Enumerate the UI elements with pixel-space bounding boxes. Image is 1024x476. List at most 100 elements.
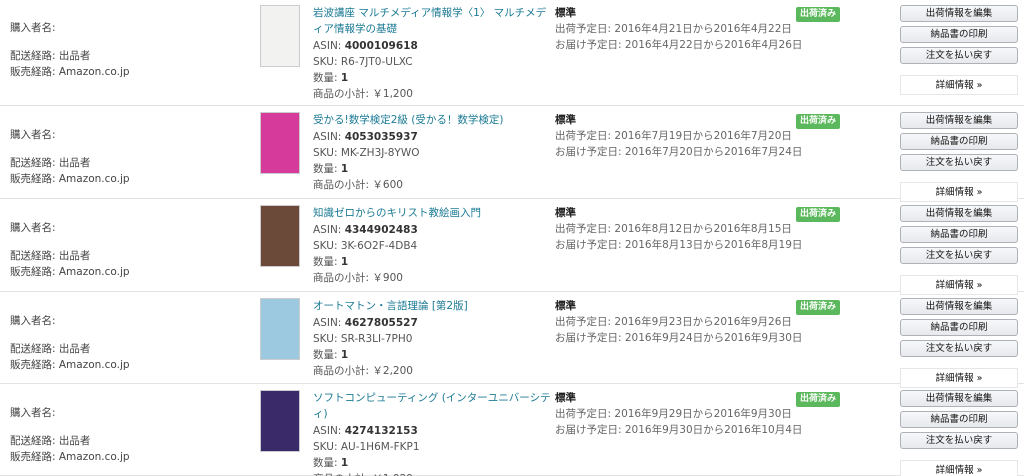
product-title-link[interactable]: オートマトン・言語理論 [第2版] — [313, 298, 553, 314]
details-toggle-button[interactable]: 詳細情報 » — [900, 460, 1018, 476]
print-invoice-button[interactable]: 納品書の印刷 — [900, 26, 1018, 43]
asin-value: 4000109618 — [344, 40, 418, 52]
shipping-service: 標準 — [555, 7, 576, 19]
edit-shipping-button[interactable]: 出荷情報を編集 — [900, 298, 1018, 315]
qty-line: 数量: 1 — [313, 349, 349, 361]
edit-shipping-button[interactable]: 出荷情報を編集 — [900, 205, 1018, 222]
ship-date-line: 出荷予定日: 2016年9月23日から2016年9月26日 — [555, 316, 792, 328]
sku-value: 3K-6O2F-4DB4 — [340, 240, 418, 252]
delivery-date-line: お届け予定日: 2016年7月20日から2016年7月24日 — [555, 146, 803, 158]
subtotal-line: 商品の小計: ￥2,200 — [313, 365, 413, 377]
product-info: 岩波講座 マルチメディア情報学〈1〉 マルチメディア情報学の基礎 ASIN: 4… — [313, 5, 553, 102]
buyer-name-label: 購入者名: — [10, 407, 56, 419]
order-row: 購入者名: 配送経路: 出品者 販売経路: Amazon.co.jp 岩波講座 … — [0, 0, 1024, 106]
buyer-name-label: 購入者名: — [10, 22, 56, 34]
delivery-date: 2016年7月20日から2016年7月24日 — [624, 146, 803, 158]
book-cover-image[interactable] — [260, 5, 300, 67]
book-cover-image[interactable] — [260, 390, 300, 452]
buyer-name-label: 購入者名: — [10, 129, 56, 141]
edit-shipping-button[interactable]: 出荷情報を編集 — [900, 5, 1018, 22]
sales-route: 販売経路: Amazon.co.jp — [10, 451, 130, 463]
refund-order-button[interactable]: 注文を払い戻す — [900, 47, 1018, 64]
status-badge: 出荷済み — [796, 392, 841, 407]
qty-value: 1 — [340, 72, 349, 84]
ship-date: 2016年7月19日から2016年7月20日 — [614, 130, 792, 142]
shipping-service: 標準 — [555, 207, 576, 219]
asin-value: 4053035937 — [344, 131, 418, 143]
book-cover-image[interactable] — [260, 112, 300, 174]
subtotal-line: 商品の小計: ￥600 — [313, 179, 403, 191]
print-invoice-button[interactable]: 納品書の印刷 — [900, 133, 1018, 150]
sales-route: 販売経路: Amazon.co.jp — [10, 173, 130, 185]
status-badge: 出荷済み — [796, 300, 841, 315]
subtotal-line: 商品の小計: ￥1,029 — [313, 471, 553, 476]
shipping-route: 配送経路: 出品者 — [10, 157, 91, 169]
product-title-link[interactable]: 知識ゼロからのキリスト教絵画入門 — [313, 205, 553, 221]
edit-shipping-button[interactable]: 出荷情報を編集 — [900, 390, 1018, 407]
product-title-link[interactable]: ソフトコンピューティング (インターユニバーシティ) — [313, 390, 553, 422]
subtotal-line: 商品の小計: ￥1,200 — [313, 88, 413, 100]
status-badge: 出荷済み — [796, 207, 841, 222]
product-title-link[interactable]: 受かる!数学検定2級 (受かる！数学検定) — [313, 112, 553, 128]
subtotal-value: ￥600 — [372, 179, 403, 191]
buyer-name-label: 購入者名: — [10, 222, 56, 234]
shipping-route: 配送経路: 出品者 — [10, 50, 91, 62]
qty-value: 1 — [340, 349, 349, 361]
refund-order-button[interactable]: 注文を払い戻す — [900, 340, 1018, 357]
details-toggle-button[interactable]: 詳細情報 » — [900, 75, 1018, 95]
shipping-route: 配送経路: 出品者 — [10, 435, 91, 447]
sku-line: SKU: R6-7JT0-ULXC — [313, 56, 413, 68]
sales-route: 販売経路: Amazon.co.jp — [10, 266, 130, 278]
sales-route: 販売経路: Amazon.co.jp — [10, 359, 130, 371]
buyer-name-label: 購入者名: — [10, 315, 56, 327]
delivery-date: 2016年8月13日から2016年8月19日 — [624, 239, 803, 251]
book-cover-image[interactable] — [260, 298, 300, 360]
ship-date-line: 出荷予定日: 2016年4月21日から2016年4月22日 — [555, 23, 792, 35]
product-title-link[interactable]: 岩波講座 マルチメディア情報学〈1〉 マルチメディア情報学の基礎 — [313, 5, 553, 37]
qty-value: 1 — [340, 256, 349, 268]
shipping-route: 配送経路: 出品者 — [10, 343, 91, 355]
ship-date-line: 出荷予定日: 2016年8月12日から2016年8月15日 — [555, 223, 792, 235]
ship-date: 2016年8月12日から2016年8月15日 — [614, 223, 792, 235]
shipping-info: 標準 出荷予定日: 2016年8月12日から2016年8月15日 お届け予定日:… — [555, 205, 803, 253]
sku-line: SKU: 3K-6O2F-4DB4 — [313, 240, 418, 252]
subtotal-value: ￥2,200 — [372, 365, 413, 377]
asin-value: 4274132153 — [344, 425, 418, 437]
asin-line: ASIN: 4053035937 — [313, 131, 418, 143]
asin-line: ASIN: 4344902483 — [313, 224, 418, 236]
qty-line: 数量: 1 — [313, 72, 349, 84]
delivery-date-line: お届け予定日: 2016年8月13日から2016年8月19日 — [555, 239, 803, 251]
asin-value: 4344902483 — [344, 224, 418, 236]
sku-line: SKU: SR-R3LI-7PH0 — [313, 333, 413, 345]
product-info: オートマトン・言語理論 [第2版] ASIN: 4627805527 SKU: … — [313, 298, 553, 379]
product-info: ソフトコンピューティング (インターユニバーシティ) ASIN: 4274132… — [313, 390, 553, 476]
ship-date: 2016年9月29日から2016年9月30日 — [614, 408, 792, 420]
qty-value: 1 — [340, 457, 349, 469]
sku-value: AU-1H6M-FKP1 — [340, 441, 420, 453]
book-cover-image[interactable] — [260, 205, 300, 267]
asin-value: 4627805527 — [344, 317, 418, 329]
asin-line: ASIN: 4000109618 — [313, 40, 418, 52]
shipping-service: 標準 — [555, 114, 576, 126]
qty-value: 1 — [340, 163, 349, 175]
delivery-date: 2016年4月22日から2016年4月26日 — [624, 39, 803, 51]
shipping-info: 標準 出荷予定日: 2016年4月21日から2016年4月22日 お届け予定日:… — [555, 5, 802, 53]
details-toggle-button[interactable]: 詳細情報 » — [900, 182, 1018, 202]
shipping-info: 標準 出荷予定日: 2016年9月23日から2016年9月26日 お届け予定日:… — [555, 298, 802, 346]
action-buttons: 出荷情報を編集 納品書の印刷 注文を払い戻す 詳細情報 » — [900, 205, 1018, 295]
refund-order-button[interactable]: 注文を払い戻す — [900, 432, 1018, 449]
edit-shipping-button[interactable]: 出荷情報を編集 — [900, 112, 1018, 129]
print-invoice-button[interactable]: 納品書の印刷 — [900, 319, 1018, 336]
shipping-info: 標準 出荷予定日: 2016年9月29日から2016年9月30日 お届け予定日:… — [555, 390, 802, 438]
details-toggle-button[interactable]: 詳細情報 » — [900, 275, 1018, 295]
qty-line: 数量: 1 — [313, 457, 349, 469]
print-invoice-button[interactable]: 納品書の印刷 — [900, 226, 1018, 243]
print-invoice-button[interactable]: 納品書の印刷 — [900, 411, 1018, 428]
ship-date-line: 出荷予定日: 2016年9月29日から2016年9月30日 — [555, 408, 792, 420]
ship-date-line: 出荷予定日: 2016年7月19日から2016年7月20日 — [555, 130, 792, 142]
status-badge: 出荷済み — [796, 114, 841, 129]
refund-order-button[interactable]: 注文を払い戻す — [900, 154, 1018, 171]
subtotal-line: 商品の小計: ￥900 — [313, 272, 403, 284]
action-buttons: 出荷情報を編集 納品書の印刷 注文を払い戻す 詳細情報 » — [900, 112, 1018, 202]
refund-order-button[interactable]: 注文を払い戻す — [900, 247, 1018, 264]
